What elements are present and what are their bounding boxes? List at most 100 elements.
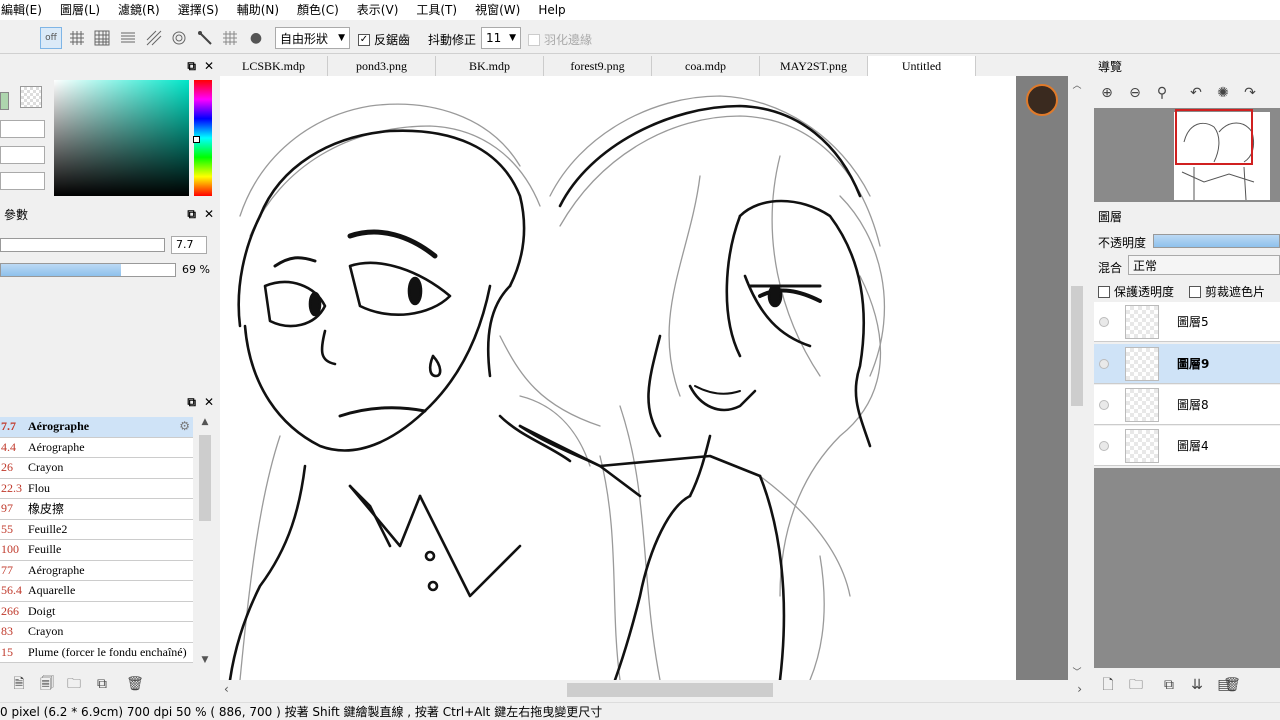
opacity-slider[interactable] [1153,234,1280,248]
tab-forest9[interactable]: forest9.png [544,56,652,76]
new-layer-icon[interactable]: 🗋 [1099,676,1117,694]
brush-size-field[interactable]: 7.7 [171,236,207,254]
trash-icon[interactable]: 🗑 [1223,676,1241,694]
tab-coa[interactable]: coa.mdp [652,56,760,76]
folder-icon[interactable]: 🗀 [65,675,83,693]
brush-list-item[interactable]: 83 Crayon [0,622,193,643]
brush-list-item[interactable]: 4.4 Aérographe [0,437,193,458]
brush-list-item[interactable]: 15 Plume (forcer le fondu enchaîné) [0,642,193,663]
menu-window[interactable]: 視窗(W) [466,0,529,20]
merge-down-icon[interactable]: ⇊ [1188,676,1206,694]
snap-grid-button[interactable] [91,27,113,49]
scroll-down-icon[interactable]: ▼ [196,655,214,665]
zoom-in-icon[interactable]: ⊕ [1098,84,1116,102]
new-folder-icon[interactable]: 🗀 [1127,676,1145,694]
visibility-icon[interactable] [1099,399,1109,410]
new-brush-icon[interactable]: 🗎 [10,675,28,693]
scroll-up-icon[interactable]: ︿ [1068,78,1086,91]
scroll-right-icon[interactable]: › [1077,682,1082,696]
drawing-canvas[interactable] [220,76,1016,680]
blend-mode-select[interactable]: 正常 [1128,255,1280,275]
canvas-vertical-scrollbar[interactable]: ︿ ﹀ [1068,76,1086,680]
float-icon[interactable]: ⧉ [187,395,196,410]
clipping-checkbox[interactable] [1189,285,1201,298]
color-b-field[interactable] [0,172,45,190]
menu-color[interactable]: 顏色(C) [288,0,348,20]
brush-list-item[interactable]: 26 Crayon [0,458,193,479]
menu-assist[interactable]: 輔助(N) [228,0,288,20]
brush-density-slider[interactable] [0,263,176,277]
tab-pond3[interactable]: pond3.png [328,56,436,76]
color-r-field[interactable] [0,120,45,138]
zoom-actual-icon[interactable]: ⚲ [1153,84,1171,102]
navigator-viewport-rect[interactable] [1175,109,1253,165]
antialias-checkbox[interactable]: ✓ [358,33,370,46]
close-icon[interactable]: ✕ [204,207,214,222]
zoom-out-icon[interactable]: ⊖ [1126,84,1144,102]
snap-off-button[interactable]: off [40,27,62,49]
float-icon[interactable]: ⧉ [187,59,196,74]
brush-copy-icon[interactable]: 🗐 [38,675,56,693]
saturation-value-picker[interactable] [54,80,189,196]
clipping-toggle[interactable]: 剪裁遮色片 [1189,283,1265,300]
trash-icon[interactable]: 🗑 [126,675,144,693]
feather-checkbox[interactable] [528,33,540,46]
menu-layer[interactable]: 圖層(L) [51,0,109,20]
stabilizer-select[interactable]: 11 ▼ [481,27,521,49]
foreground-color-swatch[interactable] [0,92,9,110]
layer-row[interactable]: 圖層8 [1094,385,1280,425]
snap-parallel-button[interactable] [66,27,88,49]
brush-list-item[interactable]: 100 Feuille [0,540,193,561]
protect-alpha-checkbox[interactable] [1098,285,1110,298]
hue-slider-handle[interactable] [193,136,200,143]
rotate-left-icon[interactable]: ↶ [1187,84,1205,102]
brush-list-item[interactable]: 266 Doigt [0,601,193,622]
scrollbar-thumb[interactable] [199,435,211,521]
menu-tools[interactable]: 工具(T) [407,0,466,20]
brush-list-item[interactable]: 97 橡皮擦 [0,499,193,520]
protect-alpha-toggle[interactable]: 保護透明度 [1098,283,1174,300]
snap-lines-button[interactable] [117,27,139,49]
antialias-toggle[interactable]: ✓ 反鋸齒 [358,31,410,48]
close-icon[interactable]: ✕ [204,395,214,410]
snap-curve-button[interactable] [194,27,216,49]
menu-edit[interactable]: 編輯(E) [0,0,51,20]
snap-perspective-button[interactable] [143,27,165,49]
layer-row[interactable]: 圖層9 [1094,344,1280,384]
snap-concentric-button[interactable] [168,27,190,49]
brush-list-item[interactable]: 7.7 Aérographe ⚙ [0,417,193,438]
menu-view[interactable]: 表示(V) [348,0,408,20]
duplicate-icon[interactable]: ⧉ [93,675,111,693]
rotate-right-icon[interactable]: ↷ [1241,84,1259,102]
shape-select[interactable]: 自由形狀 ▼ [275,27,350,49]
gear-icon[interactable]: ⚙ [179,419,190,434]
brush-list-item[interactable]: 22.3 Flou [0,478,193,499]
color-g-field[interactable] [0,146,45,164]
duplicate-layer-icon[interactable]: ⧉ [1160,676,1178,694]
close-icon[interactable]: ✕ [204,59,214,74]
float-icon[interactable]: ⧉ [187,207,196,222]
scroll-down-icon[interactable]: ﹀ [1068,665,1086,678]
brush-dot-button[interactable]: ● [245,27,267,49]
feather-toggle[interactable]: 羽化邊緣 [528,31,592,48]
visibility-icon[interactable] [1099,316,1109,327]
layer-row[interactable]: 圖層4 [1094,426,1280,466]
scrollbar-thumb[interactable] [567,683,773,697]
brush-list-item[interactable]: 77 Aérographe [0,560,193,581]
menu-filter[interactable]: 濾鏡(R) [109,0,169,20]
tab-untitled[interactable]: Untitled [868,56,976,76]
scroll-left-icon[interactable]: ‹ [224,682,229,696]
brush-list-scrollbar[interactable]: ▲ ▼ [196,417,214,665]
navigator-preview[interactable] [1094,108,1280,202]
visibility-icon[interactable] [1099,440,1109,451]
scroll-up-icon[interactable]: ▲ [196,417,214,427]
tab-may2st[interactable]: MAY2ST.png [760,56,868,76]
layer-row[interactable]: 圖層5 [1094,302,1280,342]
visibility-icon[interactable] [1099,358,1109,369]
canvas-horizontal-scrollbar[interactable]: ‹ › [220,680,1086,700]
transparent-color-swatch[interactable] [20,86,42,108]
tab-lcsbk[interactable]: LCSBK.mdp [220,56,328,76]
scrollbar-thumb[interactable] [1071,286,1083,406]
menu-select[interactable]: 選擇(S) [169,0,228,20]
brush-size-slider[interactable] [0,238,165,252]
